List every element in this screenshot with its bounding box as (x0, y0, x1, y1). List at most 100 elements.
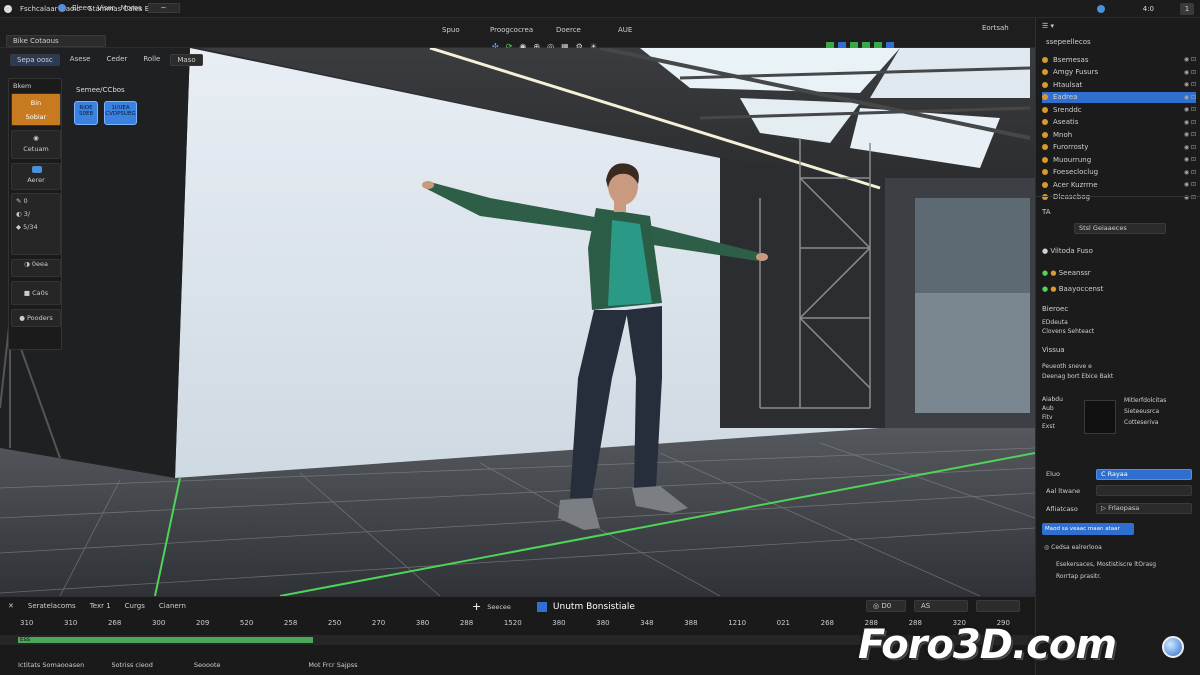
add-label[interactable]: Seecee (487, 603, 511, 611)
timeline-tab-3[interactable]: Curgs (125, 602, 145, 610)
timeline-btn-a[interactable]: ◎ D0 (866, 600, 906, 612)
properties-section-1[interactable]: ● Viltoda Fuso (1042, 247, 1196, 255)
outliner-item[interactable]: Bsemesas ◉ ⊡ (1042, 54, 1196, 65)
visibility-icon[interactable]: ◉ ⊡ (1184, 194, 1196, 201)
section-2-sub-a: EDdeuta (1042, 319, 1068, 326)
ruler-tick-label: 388 (684, 619, 698, 627)
viewport-tab-mask[interactable]: Maso (170, 54, 203, 66)
properties-item-2[interactable]: ● ● Baayoccenst (1042, 285, 1196, 293)
timeline-btn-b[interactable]: AS (914, 600, 968, 612)
overlay-heading: Semee/CCbos (76, 86, 125, 94)
viewport-tab-scene[interactable]: Sepa oosc (10, 54, 60, 66)
outliner-item[interactable]: Amgy Fusurs ◉ ⊡ (1042, 67, 1196, 78)
visibility-icon[interactable]: ◉ ⊡ (1184, 169, 1196, 176)
outliner-item[interactable]: Furorrosty ◉ ⊡ (1042, 142, 1196, 153)
grid-label-2: Aub (1042, 405, 1054, 412)
timeline-tab-4[interactable]: Cianern (159, 602, 186, 610)
outliner-item[interactable]: Acer Kuzrrne ◉ ⊡ (1042, 179, 1196, 190)
properties-section-2[interactable]: Bieroec (1042, 305, 1196, 313)
panel-menu-icon[interactable]: ☰ (1042, 22, 1048, 30)
tool-button-aerer[interactable]: Aerer (11, 163, 61, 190)
sequence-icon[interactable] (536, 601, 547, 612)
timeline-btn-c[interactable] (976, 600, 1020, 612)
panel-expand-icon[interactable]: ▾ (1051, 22, 1055, 30)
camera-tool-icon: ◉ (33, 134, 39, 142)
viewport-tab-assets[interactable]: Asese (64, 54, 97, 66)
outliner-item-label: Eadrea (1053, 93, 1078, 101)
outliner-item[interactable]: Dleasebog ◉ ⊡ (1042, 192, 1196, 203)
visibility-icon[interactable]: ◉ ⊡ (1184, 56, 1196, 63)
grid-label-4: Exst (1042, 423, 1055, 430)
toolbar-tab-c[interactable]: Doerce (556, 26, 581, 34)
menu-dropdown[interactable]: ~ (147, 3, 180, 13)
menu-item-modes[interactable]: Moros (121, 4, 142, 12)
brush-icon: ◐ (16, 210, 22, 218)
outliner-item[interactable]: Muourrung ◉ ⊡ (1042, 154, 1196, 165)
footer-icon: ◎ (1044, 544, 1050, 551)
minimize-button[interactable]: 1 (1180, 2, 1194, 15)
field-value-1[interactable]: C Rayaa (1096, 469, 1192, 480)
timeline-track-bar[interactable] (18, 637, 313, 643)
toolbar-tab-a[interactable]: Spuo (442, 26, 460, 34)
toolbar-tab-b[interactable]: Proogcocrea (490, 26, 533, 34)
user-label[interactable]: 4:0 (1143, 5, 1154, 13)
properties-field[interactable]: Stsl Geiaaeces (1074, 223, 1166, 234)
timeline-close-icon[interactable]: ✕ (8, 602, 14, 610)
outliner-item[interactable]: Srenddc ◉ ⊡ (1042, 104, 1196, 115)
tool-button-camera[interactable]: ◉ Cetuam (11, 130, 61, 159)
3d-viewport[interactable] (0, 48, 1035, 596)
timeline-tab-2[interactable]: Texr 1 (90, 602, 111, 610)
left-tool-panel: Bkem Bin Sobiar ◉ Cetuam Aerer ✎ 0 ◐ 3/ … (8, 78, 62, 350)
timeline-status-bar: Ictitats Somaooasen Sotriss cieod Seooot… (0, 661, 400, 669)
overlay-badge-1[interactable]: RiOE S0E8 (74, 101, 98, 125)
menu-item-edit[interactable]: Eleeo (72, 4, 91, 12)
site-watermark-logo: Foro3D.com (858, 622, 1117, 668)
visibility-icon[interactable]: ◉ ⊡ (1184, 119, 1196, 126)
tool-group-num3: 5/34 (23, 223, 38, 231)
preview-swatch[interactable] (1084, 400, 1116, 434)
ruler-tick-label: 288 (459, 619, 474, 627)
visibility-icon[interactable]: ◉ ⊡ (1184, 106, 1196, 113)
visibility-icon[interactable]: ◉ ⊡ (1184, 94, 1196, 101)
outliner-item[interactable]: Eadrea ◉ ⊡ (1042, 91, 1196, 103)
visibility-icon[interactable]: ◉ ⊡ (1184, 144, 1196, 151)
overlay-badge-2[interactable]: 1I/UEA CVDPSUEG (104, 101, 137, 125)
field-value-3[interactable]: ▷ Frlaopasa (1096, 503, 1192, 514)
status-item-3: Seooote (193, 661, 221, 669)
field-value-2[interactable] (1096, 485, 1192, 496)
properties-item-1[interactable]: ● ● Seeanssr (1042, 269, 1196, 277)
outliner-item[interactable]: Foesecloclug ◉ ⊡ (1042, 167, 1196, 178)
visibility-icon[interactable]: ◉ ⊡ (1184, 131, 1196, 138)
outliner-item-label: Acer Kuzrrne (1053, 180, 1098, 189)
properties-section-3[interactable]: Vissua (1042, 346, 1196, 354)
viewport-tab-rules[interactable]: Rolle (137, 54, 166, 66)
tool-button-ca0s[interactable]: ■ Ca0s (11, 281, 61, 305)
timeline-tab-1[interactable]: Seratelacoms (28, 602, 76, 610)
visibility-icon[interactable]: ◉ ⊡ (1184, 81, 1196, 88)
toolbar-tab-d[interactable]: AUE (618, 26, 632, 34)
panel-divider (1036, 196, 1200, 197)
outliner-item[interactable]: Mnoh ◉ ⊡ (1042, 129, 1196, 140)
visibility-icon[interactable]: ◉ ⊡ (1184, 156, 1196, 163)
tool-aerer-label: Aerer (27, 176, 45, 184)
tool-button-group[interactable]: ✎ 0 ◐ 3/ ◆ 5/34 (11, 193, 61, 255)
workspace-button[interactable]: Bike Cotaous (6, 35, 106, 47)
visibility-icon[interactable]: ◉ ⊡ (1184, 69, 1196, 76)
outliner-item[interactable]: Htaulsat ◉ ⊡ (1042, 79, 1196, 90)
user-icon[interactable] (1096, 4, 1105, 13)
tool-button-pooders[interactable]: ● Pooders (11, 309, 61, 327)
object-icon (1042, 94, 1048, 100)
menu-item-view[interactable]: Visar (97, 4, 114, 12)
visibility-icon[interactable]: ◉ ⊡ (1184, 181, 1196, 188)
primary-action-button[interactable]: Maod sa veaac maan ataar (1042, 523, 1134, 535)
globe-icon[interactable] (58, 4, 66, 12)
tool-button-bin[interactable]: Bin Sobiar (11, 93, 61, 126)
add-icon[interactable]: + (472, 600, 481, 613)
outliner-item[interactable]: Aseatis ◉ ⊡ (1042, 117, 1196, 128)
ruler-tick-label: 380 (596, 619, 610, 627)
viewport-tab-render[interactable]: Ceder (100, 54, 133, 66)
tool-button-0eea[interactable]: ◑ 0eea (11, 259, 61, 277)
toolbar-right-label[interactable]: Eortsah (982, 24, 1009, 32)
ruler-tick-label: 209 (195, 619, 210, 627)
field-label-2: Aal ltwane (1046, 487, 1081, 495)
